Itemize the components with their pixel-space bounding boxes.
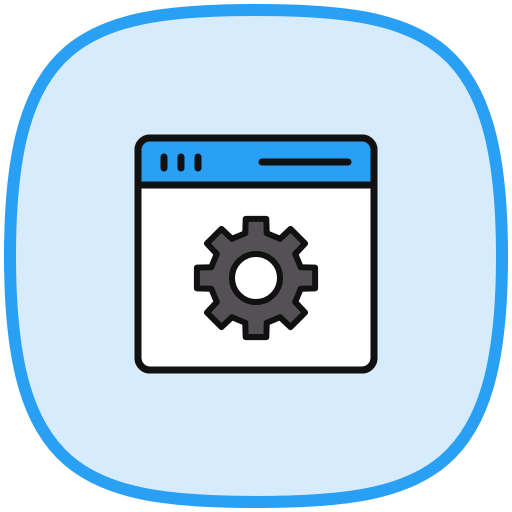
browser-settings-icon	[3, 3, 509, 509]
gear-hole	[229, 251, 283, 305]
icon-canvas	[0, 0, 512, 512]
